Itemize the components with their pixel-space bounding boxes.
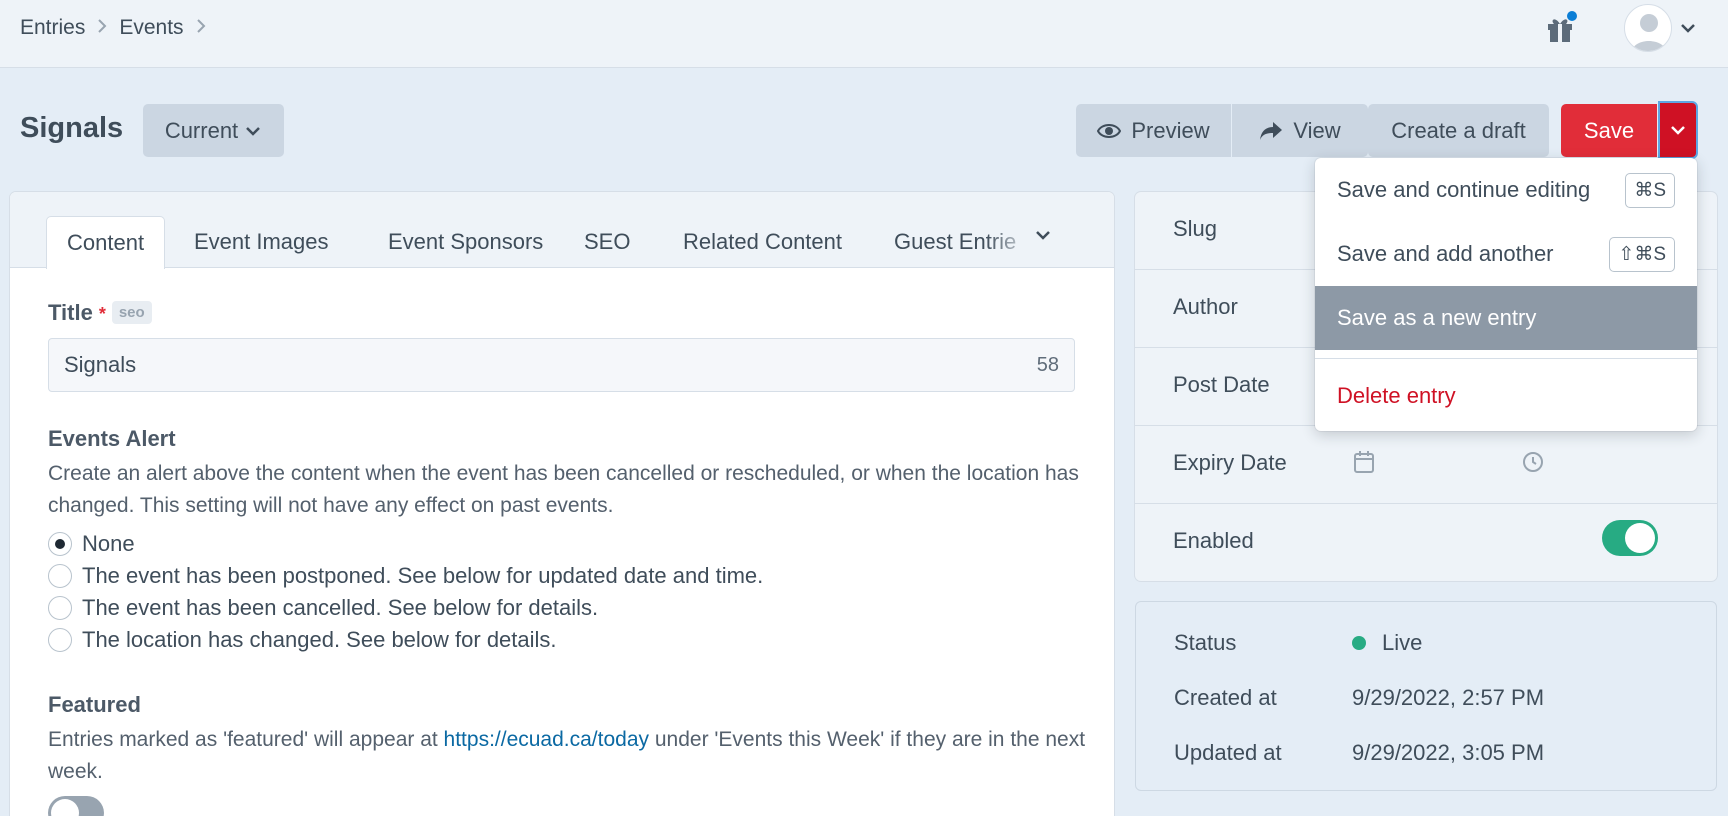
eye-icon bbox=[1097, 123, 1122, 138]
preview-button[interactable]: Preview bbox=[1076, 104, 1231, 157]
alert-option-postponed[interactable]: The event has been postponed. See below … bbox=[48, 563, 763, 589]
chevron-down-icon[interactable] bbox=[1034, 226, 1052, 249]
revision-menu-button[interactable]: Current bbox=[143, 104, 284, 157]
menu-item-delete-entry[interactable]: Delete entry bbox=[1315, 364, 1697, 428]
radio-button[interactable] bbox=[48, 628, 72, 652]
revision-label: Current bbox=[164, 117, 239, 143]
alert-option-label: The event has been postponed. See below … bbox=[82, 563, 764, 588]
alert-option-cancelled[interactable]: The event has been cancelled. See below … bbox=[48, 595, 598, 621]
gift-icon[interactable] bbox=[1545, 11, 1577, 44]
keyboard-shortcut: ⌘S bbox=[1625, 172, 1675, 208]
radio-button[interactable] bbox=[48, 596, 72, 620]
slug-label: Slug bbox=[1173, 216, 1218, 241]
tab-content[interactable]: Content bbox=[46, 216, 166, 269]
char-count: 58 bbox=[1036, 353, 1059, 376]
user-avatar[interactable] bbox=[1624, 4, 1672, 52]
live-status-dot bbox=[1352, 636, 1366, 650]
share-arrow-icon bbox=[1260, 121, 1283, 140]
chevron-down-icon bbox=[246, 126, 261, 136]
tab-related-content[interactable]: Related Content bbox=[663, 216, 862, 268]
events-alert-label: Events Alert bbox=[48, 426, 176, 451]
post-date-label: Post Date bbox=[1173, 372, 1270, 397]
enabled-toggle[interactable] bbox=[1602, 520, 1658, 556]
tab-seo[interactable]: SEO bbox=[564, 216, 650, 268]
save-menu-toggle[interactable] bbox=[1658, 101, 1698, 159]
tab-event-sponsors[interactable]: Event Sponsors bbox=[368, 216, 563, 268]
menu-item-label: Save and continue editing bbox=[1337, 177, 1591, 202]
status-label: Status bbox=[1174, 630, 1237, 655]
chevron-right-icon bbox=[97, 18, 107, 39]
created-at-value: 9/29/2022, 2:57 PM bbox=[1352, 685, 1545, 710]
save-options-menu: Save and continue editing ⌘S Save and ad… bbox=[1315, 158, 1697, 431]
status-text: Live bbox=[1382, 630, 1423, 655]
alert-option-label: The location has changed. See below for … bbox=[82, 627, 557, 652]
expiry-date-label: Expiry Date bbox=[1173, 450, 1287, 475]
status-value: Live bbox=[1352, 630, 1422, 656]
preview-label: Preview bbox=[1131, 117, 1210, 143]
menu-item-save-add-another[interactable]: Save and add another ⇧⌘S bbox=[1315, 222, 1697, 286]
menu-item-save-continue[interactable]: Save and continue editing ⌘S bbox=[1315, 158, 1697, 222]
radio-button[interactable] bbox=[48, 564, 72, 588]
title-label: Title bbox=[48, 300, 93, 325]
breadcrumb-events[interactable]: Events bbox=[119, 16, 183, 40]
chevron-down-icon bbox=[1671, 126, 1685, 135]
keyboard-shortcut: ⇧⌘S bbox=[1609, 236, 1675, 272]
title-input-value: Signals bbox=[64, 352, 137, 377]
alert-option-none[interactable]: None bbox=[48, 531, 135, 557]
chevron-down-icon[interactable] bbox=[1678, 18, 1698, 38]
top-bar: Entries Events bbox=[0, 0, 1728, 68]
featured-link[interactable]: https://ecuad.ca/today bbox=[444, 728, 649, 751]
updated-at-label: Updated at bbox=[1174, 740, 1282, 765]
breadcrumb: Entries Events bbox=[20, 16, 218, 40]
tab-event-images[interactable]: Event Images bbox=[174, 216, 349, 268]
seo-badge: seo bbox=[111, 301, 152, 324]
alert-option-location-changed[interactable]: The location has changed. See below for … bbox=[48, 627, 557, 653]
featured-toggle[interactable] bbox=[48, 796, 104, 816]
events-alert-instructions: Create an alert above the content when t… bbox=[48, 462, 1079, 517]
menu-divider bbox=[1315, 358, 1697, 359]
tab-bar: Content Event Images Event Sponsors SEO … bbox=[10, 192, 1114, 269]
enabled-label: Enabled bbox=[1173, 528, 1254, 553]
radio-button[interactable] bbox=[48, 532, 72, 556]
featured-label: Featured bbox=[48, 692, 141, 717]
menu-item-label: Save and add another bbox=[1337, 241, 1554, 266]
create-draft-button[interactable]: Create a draft bbox=[1368, 104, 1549, 157]
clock-icon[interactable] bbox=[1522, 451, 1544, 478]
expiry-date-row: Expiry Date bbox=[1135, 426, 1717, 504]
required-indicator: * bbox=[98, 304, 106, 324]
menu-item-save-new-entry[interactable]: Save as a new entry bbox=[1315, 286, 1697, 350]
calendar-icon[interactable] bbox=[1353, 450, 1375, 479]
view-label: View bbox=[1293, 117, 1341, 143]
save-button[interactable]: Save bbox=[1561, 104, 1657, 157]
updated-at-value: 9/29/2022, 3:05 PM bbox=[1352, 740, 1545, 765]
featured-text-before: Entries marked as 'featured' will appear… bbox=[48, 728, 444, 751]
view-button[interactable]: View bbox=[1232, 104, 1368, 157]
title-field-label: Title * seo bbox=[48, 300, 152, 326]
featured-instructions: Entries marked as 'featured' will appear… bbox=[48, 724, 1088, 788]
menu-item-label: Save as a new entry bbox=[1337, 305, 1537, 330]
page-title: Signals bbox=[20, 112, 124, 144]
title-input[interactable]: Signals 58 bbox=[48, 338, 1075, 392]
breadcrumb-entries[interactable]: Entries bbox=[20, 16, 85, 40]
author-label: Author bbox=[1173, 294, 1238, 319]
chevron-right-icon bbox=[196, 18, 206, 39]
notification-dot bbox=[1567, 11, 1577, 21]
created-at-label: Created at bbox=[1174, 685, 1277, 710]
tab-guest-entries[interactable]: Guest Entrie bbox=[874, 216, 1034, 268]
alert-option-label: The event has been cancelled. See below … bbox=[82, 595, 599, 620]
alert-option-label: None bbox=[82, 531, 135, 556]
